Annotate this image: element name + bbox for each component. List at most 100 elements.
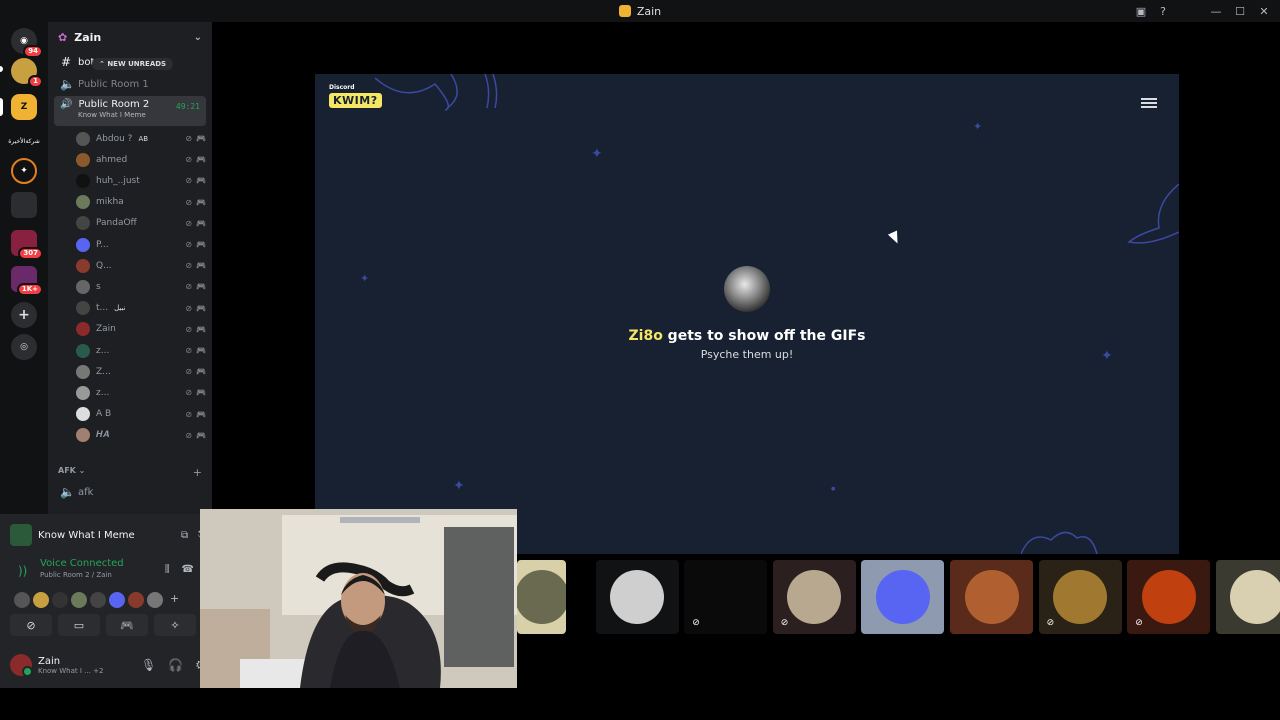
server-icon[interactable]: 1 [11, 58, 43, 88]
signal-icon[interactable]: )) [18, 564, 27, 578]
add-server-icon[interactable]: + [11, 302, 37, 328]
activity-bar[interactable]: Know What I Meme ⧉⎋ [6, 518, 206, 552]
server-folder-icon[interactable]: 307 [11, 230, 43, 260]
voice-user[interactable]: ahmed ⊘ 🎮 [76, 149, 206, 170]
new-unreads-badge[interactable]: ⌃ NEW UNREADS [92, 58, 174, 70]
voice-user[interactable]: Z... ⊘ 🎮 [76, 361, 206, 382]
voice-user-name: Z... [96, 366, 111, 377]
deafened-icon: ⊘ [185, 346, 193, 355]
avatar[interactable] [52, 592, 68, 608]
activity-button[interactable]: 🎮 [106, 614, 148, 636]
avatar[interactable] [147, 592, 163, 608]
hash-icon: # [60, 55, 72, 69]
add-avatar-icon[interactable]: + [170, 592, 179, 608]
avatar[interactable] [71, 592, 87, 608]
deafened-icon: ⊘ [780, 618, 789, 628]
participant-tile[interactable]: ⊘ [1038, 560, 1122, 634]
participant-tile[interactable]: ⊘ [772, 560, 856, 634]
voice-user[interactable]: z... ⊘ 🎮 [76, 382, 206, 403]
hand-doodle-icon [1127, 184, 1179, 244]
soundboard-button[interactable]: ✧ [154, 614, 196, 636]
server-folder-icon[interactable]: 1K+ [11, 266, 43, 296]
channel-timer: 49:21 [175, 102, 200, 111]
server-zain-icon[interactable]: Z [11, 94, 37, 120]
hand-doodle-icon [1021, 531, 1098, 554]
voice-user[interactable]: s ⊘ 🎮 [76, 276, 206, 297]
mic-icon[interactable]: 🎙 [141, 658, 156, 672]
channel-afk[interactable]: 🔈 afk [54, 482, 206, 502]
avatar [76, 195, 90, 210]
minimize-button[interactable]: — [1204, 0, 1228, 22]
explore-icon[interactable]: ◎ [11, 334, 37, 360]
close-button[interactable]: ✕ [1252, 0, 1276, 22]
channel-public-room-1[interactable]: 🔈 Public Room 1 [54, 74, 206, 94]
avatar[interactable] [90, 592, 106, 608]
channel-name: Public Room 2 [78, 99, 150, 110]
window-title: Zain [636, 4, 662, 18]
voice-user-name: ahmed [96, 154, 128, 165]
voice-user[interactable]: z... ⊘ 🎮 [76, 340, 206, 361]
voice-user[interactable]: Abdou ? AB ⊘ 🎮 [76, 128, 206, 149]
voice-status: )) Voice Connected Public Room 2 / Zain … [14, 558, 204, 588]
participant-tile[interactable]: ⊘ [1127, 560, 1211, 634]
voice-user-name: 𝑯𝑨 [96, 430, 110, 441]
inbox-icon[interactable]: ▣ [1130, 0, 1152, 22]
avatar[interactable] [14, 592, 30, 608]
participant-tile[interactable]: ⊘ [684, 560, 768, 634]
voice-user[interactable]: Zain ⊘ 🎮 [76, 319, 206, 340]
channel-public-room-2[interactable]: 🔊 Public Room 2 49:21 Know What I Meme [54, 96, 206, 126]
server-folder-icon[interactable] [11, 192, 37, 218]
voice-user[interactable]: P... ⊘ 🎮 [76, 234, 206, 255]
popout-icon[interactable]: ⧉ [181, 530, 188, 541]
hand-doodle-icon [375, 74, 498, 111]
avatar[interactable] [33, 592, 49, 608]
channel-sidebar: ✿ Zain ⌄ # bot ⌃ NEW UNREADS 🔈 Public Room… [48, 22, 212, 514]
voice-user-name: z... [96, 387, 110, 398]
camera-off-button[interactable]: ⊘ [10, 614, 52, 636]
participant-tile[interactable] [595, 560, 679, 634]
avatar [610, 570, 665, 624]
menu-icon[interactable] [1141, 98, 1157, 108]
deafened-icon: ⊘ [1135, 618, 1143, 628]
avatar [76, 385, 90, 400]
sparkle-icon: ● [831, 486, 836, 492]
discord-home-icon[interactable]: ◉ 94 [11, 28, 43, 58]
voice-user-name: A B [96, 409, 112, 420]
screen-share-button[interactable]: ▭ [58, 614, 100, 636]
voice-user[interactable]: Q... ⊘ 🎮 [76, 255, 206, 276]
participant-tile[interactable] [950, 560, 1033, 634]
voice-user-name: mikha [96, 197, 124, 208]
folder-badge: 1K+ [16, 283, 43, 296]
deafened-icon: ⊘ [185, 367, 193, 377]
voice-user[interactable]: A B ⊘ 🎮 [76, 404, 206, 425]
help-icon[interactable]: ? [1152, 0, 1174, 22]
server-name: Zain [74, 30, 102, 44]
voice-user[interactable]: mikha ⊘ 🎮 [76, 192, 206, 213]
headphones-icon[interactable]: 🎧 [168, 658, 183, 672]
game-controller-icon: 🎮 [196, 240, 206, 249]
participant-tile[interactable] [1215, 560, 1280, 634]
voice-user[interactable]: t... نبيل ⊘ 🎮 [76, 298, 206, 319]
voice-user[interactable]: 𝑯𝑨 ⊘ 🎮 [76, 425, 206, 446]
server-header[interactable]: ✿ Zain ⌄ [48, 22, 212, 52]
participant-tile[interactable] [861, 560, 945, 634]
noise-suppression-icon[interactable]: ⫼ [165, 564, 170, 575]
voice-user[interactable]: huh_..just ⊘ 🎮 [76, 170, 206, 191]
speaker-icon: 🔊 [60, 99, 73, 110]
voice-user[interactable]: PandaOff ⊘ 🎮 [76, 213, 206, 234]
category-afk[interactable]: AFK ⌄ + [58, 466, 202, 479]
disconnect-icon[interactable]: ☎ [182, 564, 194, 575]
app-icon [618, 5, 631, 17]
maximize-button[interactable]: ☐ [1228, 0, 1252, 22]
add-channel-icon[interactable]: + [193, 466, 202, 479]
participant-tile[interactable] [517, 560, 566, 634]
category-label: AFK [58, 466, 76, 475]
server-text-icon[interactable]: شركةالأخيرة [8, 128, 39, 154]
server-icon[interactable]: ✦ [11, 158, 37, 184]
avatar[interactable] [10, 654, 33, 677]
avatar[interactable] [128, 592, 144, 608]
voice-user-name: s [96, 281, 101, 292]
user-status: Know What I ... +2 [38, 667, 103, 675]
avatar[interactable] [109, 592, 125, 608]
voice-avatars: + [14, 592, 179, 608]
